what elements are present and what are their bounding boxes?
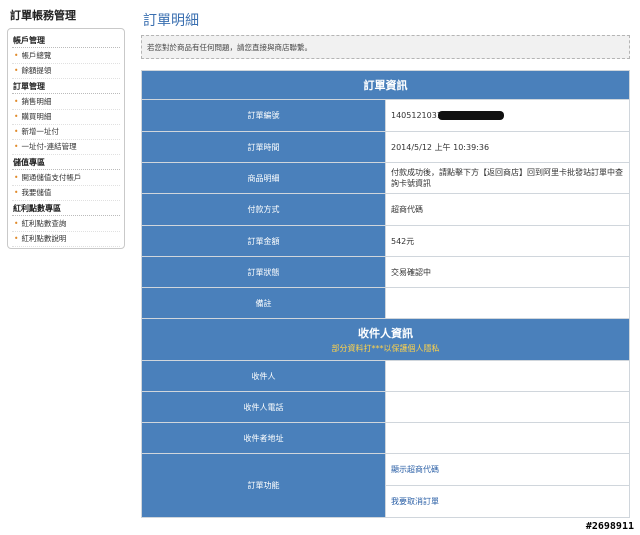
sidebar-item-label: 紅利點數說明 <box>21 234 67 243</box>
recipient-label: 收件人 <box>141 360 386 392</box>
order-function-cell: 我要取消訂單 <box>385 485 630 518</box>
watermark: #2698911 <box>585 521 634 532</box>
order-number-label: 訂單編號 <box>141 99 386 132</box>
order-amount-value: 542元 <box>385 225 630 257</box>
table-row: 付款方式 超商代碼 <box>141 193 630 226</box>
sidebar-item-top-up[interactable]: • 我要儲值 <box>12 186 120 201</box>
table-row: 訂單時間 2014/5/12 上午 10:39:36 <box>141 131 630 163</box>
bullet-icon: • <box>14 219 19 228</box>
recipient-address-value <box>385 422 630 454</box>
remarks-label: 備註 <box>141 287 386 319</box>
payment-method-value: 超商代碼 <box>385 193 630 226</box>
table-row: 商品明細 付款成功後，請點擊下方【返回商店】回到阿里卡批發站訂單中查詢卡號資訊 <box>141 162 630 194</box>
sidebar-item-open-account[interactable]: • 開通儲值支付帳戶 <box>12 171 120 186</box>
bullet-icon: • <box>14 188 19 197</box>
sidebar-section-stored-value: 儲值專區 <box>12 155 120 170</box>
recipient-phone-label: 收件人電話 <box>141 391 386 423</box>
privacy-note: 部分資料打***以保護個人隱私 <box>331 344 440 353</box>
sidebar-item-bonus-query[interactable]: • 紅利點數查詢 <box>12 217 120 232</box>
sidebar-item-label: 開通儲值支付帳戶 <box>21 173 82 182</box>
table-row: 備註 <box>141 287 630 319</box>
table-row: 訂單狀態 交易確認中 <box>141 256 630 288</box>
sidebar-item-bonus-info[interactable]: • 紅利點數說明 <box>12 232 120 247</box>
recipient-phone-value <box>385 391 630 423</box>
sidebar-section-orders: 訂單管理 <box>12 79 120 94</box>
order-status-label: 訂單狀態 <box>141 256 386 288</box>
sidebar-item-withdraw[interactable]: • 餘額提領 <box>12 64 120 79</box>
order-number-text: 1405121031 <box>391 111 442 120</box>
page-title: 訂單明細 <box>143 13 199 29</box>
sidebar-section-bonus: 紅利點數專區 <box>12 201 120 216</box>
sidebar-item-label: 帳戶總覽 <box>21 51 52 60</box>
sidebar-item-label: 銷售明細 <box>21 97 52 106</box>
order-info-header: 訂單資訊 <box>141 70 630 100</box>
bullet-icon: • <box>14 51 19 60</box>
sidebar-item-label: 一址付-連結管理 <box>21 142 77 151</box>
order-detail-table: 訂單資訊 訂單編號 1405121031 訂單時間 2014/5/12 上午 1… <box>141 70 630 518</box>
order-time-value: 2014/5/12 上午 10:39:36 <box>385 131 630 163</box>
bullet-icon: • <box>14 127 19 136</box>
recipient-address-label: 收件者地址 <box>141 422 386 454</box>
cancel-order-link[interactable]: 我要取消訂單 <box>391 497 439 506</box>
product-detail-value: 付款成功後，請點擊下方【返回商店】回到阿里卡批發站訂單中查詢卡號資訊 <box>385 162 630 194</box>
sidebar-item-account-overview[interactable]: • 帳戶總覽 <box>12 49 120 64</box>
recipient-value <box>385 360 630 392</box>
table-row: 訂單編號 1405121031 <box>141 99 630 132</box>
order-number-value: 1405121031 <box>385 99 630 132</box>
bullet-icon: • <box>14 97 19 106</box>
bullet-icon: • <box>14 66 19 75</box>
payment-method-label: 付款方式 <box>141 193 386 226</box>
bullet-icon: • <box>14 142 19 151</box>
redaction-mark <box>437 111 504 120</box>
table-row: 收件人電話 <box>141 391 630 423</box>
product-detail-label: 商品明細 <box>141 162 386 194</box>
order-status-value: 交易確認中 <box>385 256 630 288</box>
bullet-icon: • <box>14 234 19 243</box>
table-row: 收件人 <box>141 360 630 392</box>
order-info-header-row: 訂單資訊 <box>141 70 630 100</box>
sidebar-item-label: 新增一址付 <box>21 127 59 136</box>
table-row: 收件者地址 <box>141 422 630 454</box>
sidebar-section-account: 帳戶管理 <box>12 33 120 48</box>
sidebar-item-purchases[interactable]: • 購買明細 <box>12 110 120 125</box>
order-amount-label: 訂單金額 <box>141 225 386 257</box>
sidebar-item-payment-links[interactable]: • 一址付-連結管理 <box>12 140 120 155</box>
sidebar-item-new-payment[interactable]: • 新增一址付 <box>12 125 120 140</box>
sidebar-title: 訂單帳務管理 <box>10 9 76 22</box>
order-functions-label: 訂單功能 <box>141 453 386 518</box>
sidebar-item-sales[interactable]: • 銷售明細 <box>12 95 120 110</box>
table-row: 訂單金額 542元 <box>141 225 630 257</box>
sidebar-item-label: 紅利點數查詢 <box>21 219 67 228</box>
recipient-info-header: 收件人資訊 部分資料打***以保護個人隱私 <box>141 318 630 361</box>
order-time-label: 訂單時間 <box>141 131 386 163</box>
bullet-icon: • <box>14 173 19 182</box>
recipient-info-title: 收件人資訊 <box>358 327 413 340</box>
sidebar-item-label: 我要儲值 <box>21 188 52 197</box>
sidebar-item-label: 餘額提領 <box>21 66 52 75</box>
show-store-code-link[interactable]: 顯示超商代碼 <box>391 465 439 474</box>
order-function-cell: 顯示超商代碼 <box>385 453 630 486</box>
bullet-icon: • <box>14 112 19 121</box>
sidebar-item-label: 購買明細 <box>21 112 52 121</box>
sidebar-nav: 帳戶管理 • 帳戶總覽 • 餘額提領 訂單管理 • 銷售明細 • 購買明細 • 新增一址付… <box>7 28 125 249</box>
table-row: 訂單功能 顯示超商代碼 <box>141 453 630 518</box>
recipient-info-header-row: 收件人資訊 部分資料打***以保護個人隱私 <box>141 318 630 361</box>
notice-banner: 若您對於商品有任何問題，請您直接與商店聯繫。 <box>141 35 630 59</box>
remarks-value <box>385 287 630 319</box>
